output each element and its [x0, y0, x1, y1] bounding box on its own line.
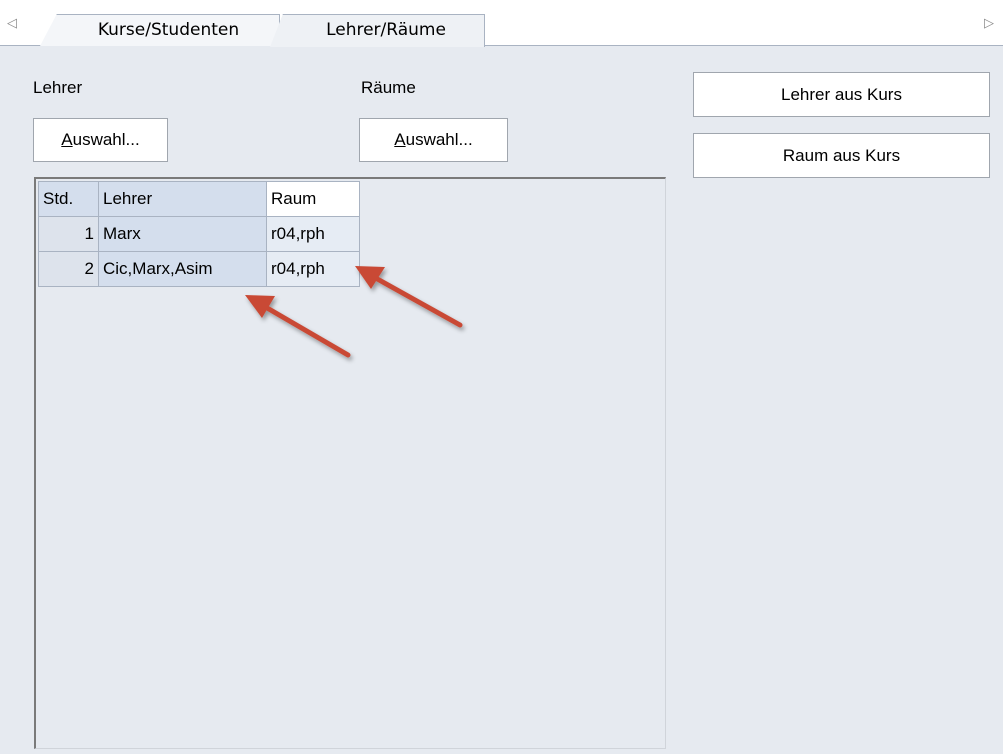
button-label-rest: uswahl...	[72, 130, 140, 149]
table-row[interactable]: 2 Cic,Marx,Asim r04,rph	[38, 251, 360, 287]
accelerator-key: A	[61, 130, 73, 149]
table-row[interactable]: 1 Marx r04,rph	[38, 216, 360, 252]
raeume-label: Räume	[361, 78, 416, 97]
cell-std[interactable]: 1	[38, 216, 99, 252]
header-row: Std. Lehrer Raum	[38, 181, 360, 217]
grid-table: Std. Lehrer Raum 1 Marx r04,rph 2 Cic,Ma…	[38, 181, 360, 287]
lehrer-label: Lehrer	[33, 78, 83, 97]
lehrer-auswahl-button[interactable]: Auswahl...	[33, 118, 168, 162]
cell-std[interactable]: 2	[38, 251, 99, 287]
tab-strip: ◁ Kurse/Studenten Lehrer/Räume ▷	[0, 0, 1003, 47]
triangle-left-icon[interactable]: ◁	[4, 15, 20, 31]
column-header-raum[interactable]: Raum	[266, 181, 360, 217]
cell-raum[interactable]: r04,rph	[266, 251, 360, 287]
tab-label: Kurse/Studenten	[97, 20, 240, 40]
tab-label: Lehrer/Räume	[326, 20, 446, 40]
column-header-std[interactable]: Std.	[38, 181, 99, 217]
raeume-auswahl-button[interactable]: Auswahl...	[359, 118, 508, 162]
tab-kurse-studenten[interactable]: Kurse/Studenten	[40, 14, 280, 46]
tab-lehrer-raeume[interactable]: Lehrer/Räume	[270, 14, 485, 47]
lehrer-aus-kurs-button[interactable]: Lehrer aus Kurs	[693, 72, 990, 117]
raum-aus-kurs-button[interactable]: Raum aus Kurs	[693, 133, 990, 178]
accelerator-key: A	[394, 130, 406, 149]
cell-lehrer[interactable]: Marx	[98, 216, 267, 252]
button-label-rest: uswahl...	[405, 130, 473, 149]
lehrer-raum-grid[interactable]: Std. Lehrer Raum 1 Marx r04,rph 2 Cic,Ma…	[34, 177, 666, 749]
cell-raum[interactable]: r04,rph	[266, 216, 360, 252]
triangle-right-icon[interactable]: ▷	[981, 15, 997, 31]
dialog-panel: ◁ Kurse/Studenten Lehrer/Räume ▷ Lehrer …	[0, 0, 1003, 754]
column-header-lehrer[interactable]: Lehrer	[98, 181, 267, 217]
cell-lehrer[interactable]: Cic,Marx,Asim	[98, 251, 267, 287]
